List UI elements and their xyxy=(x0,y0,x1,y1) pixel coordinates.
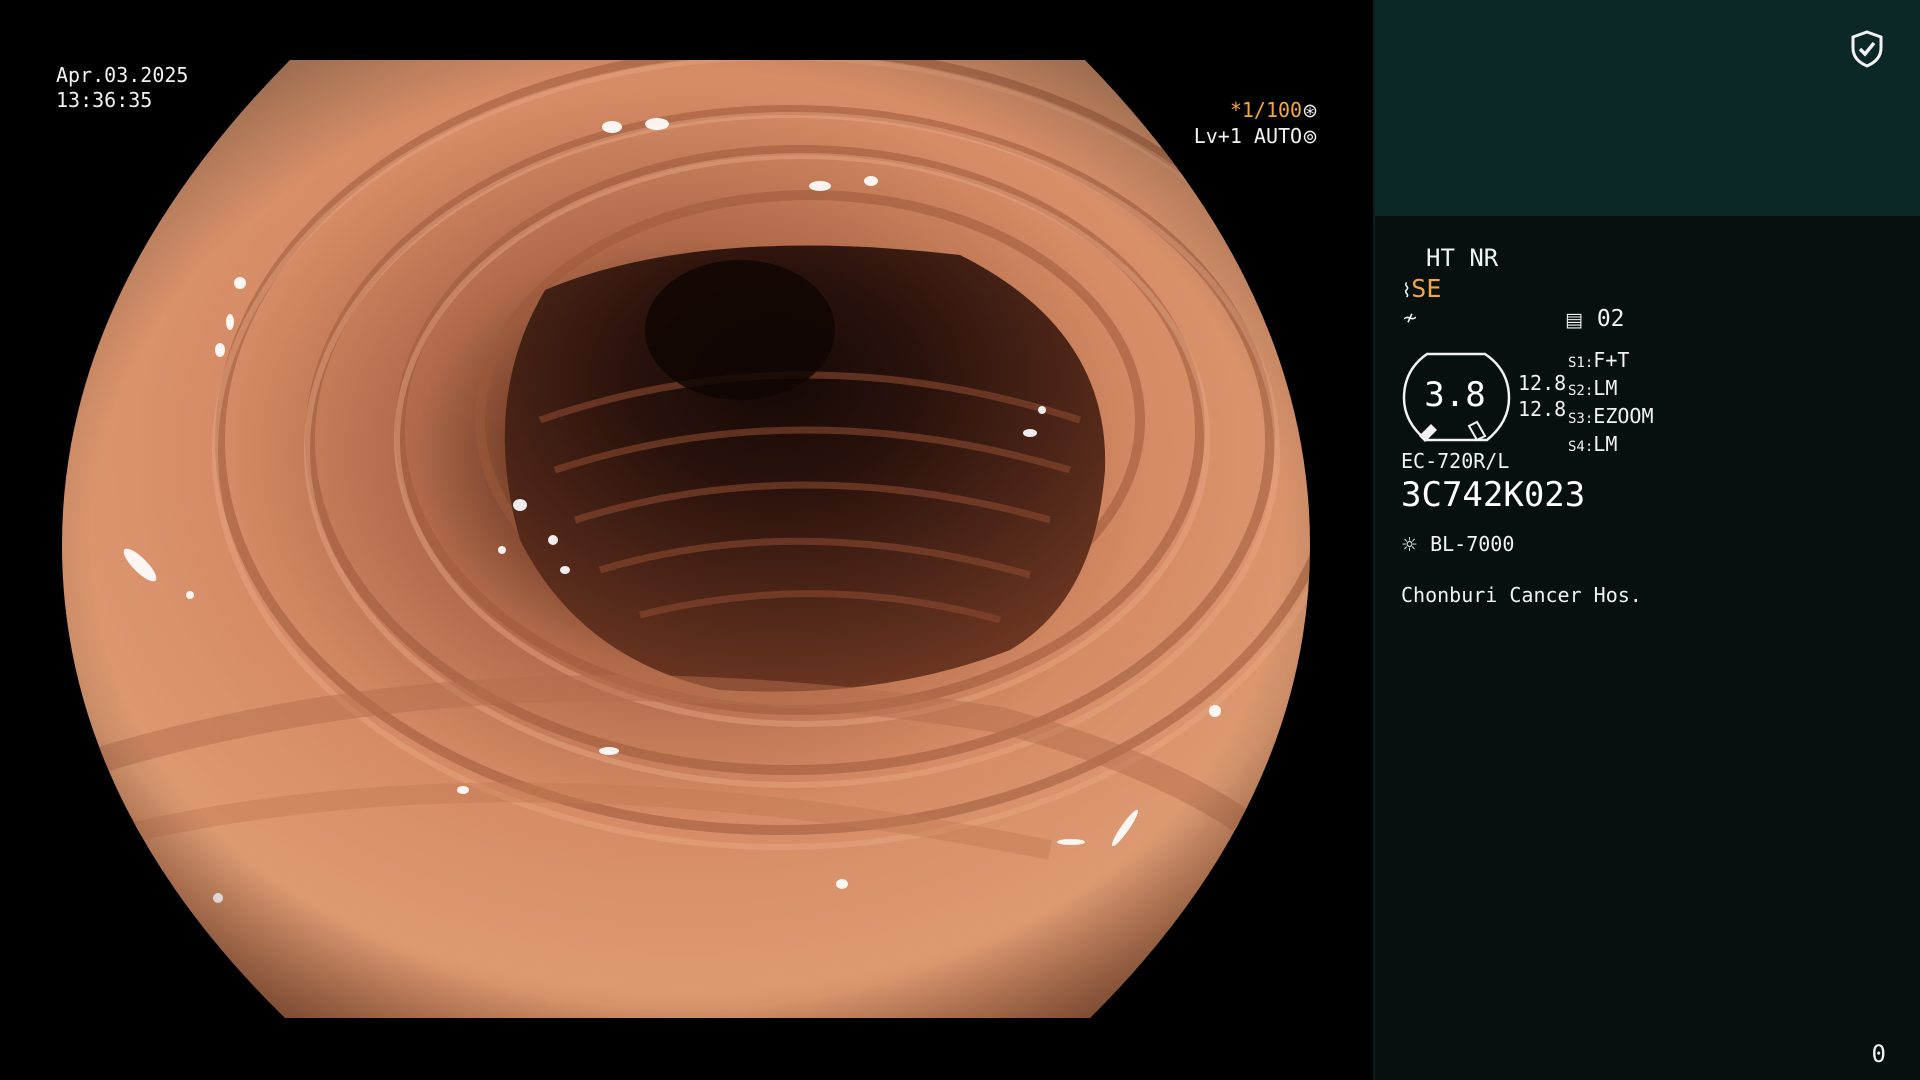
exposure-settings: *1/100⊛ Lv+1 AUTO⊚ xyxy=(1194,98,1318,150)
light-source-row: ☼ BL-7000 xyxy=(1401,530,1514,559)
iris-icon: ⊚ xyxy=(1302,126,1318,148)
time-text: 13:36:35 xyxy=(56,88,153,112)
switch-value: LM xyxy=(1593,376,1618,400)
light-source: BL-7000 xyxy=(1430,532,1515,556)
mode-row: ▤ 02 xyxy=(1565,305,1625,334)
shutter-speed: *1/100 xyxy=(1229,98,1303,122)
image-counter: 0 xyxy=(1871,1040,1886,1068)
panel-header xyxy=(1375,0,1920,216)
switch-key: S4: xyxy=(1568,439,1594,455)
filter-row: ≁ xyxy=(1402,303,1418,332)
aperture-icon: ⊛ xyxy=(1302,100,1318,122)
switch-value: LM xyxy=(1593,432,1618,456)
switch-key: S2: xyxy=(1568,383,1594,399)
size-value: 12.8 xyxy=(1518,371,1567,395)
scope-model: EC-720R/L xyxy=(1401,449,1510,473)
date-text: Apr.03.2025 xyxy=(56,63,189,87)
switch-value: EZOOM xyxy=(1593,404,1654,428)
structure-mode: HT NR xyxy=(1426,244,1499,272)
switch-key: S3: xyxy=(1568,411,1594,427)
wave-icon: ⌇ xyxy=(1402,280,1412,302)
hospital-name: Chonburi Cancer Hos. xyxy=(1401,583,1642,607)
switch-value: F+T xyxy=(1593,348,1630,372)
size-values: 12.8 12.8 xyxy=(1518,370,1566,422)
timestamp: Apr.03.2025 13:36:35 xyxy=(56,63,188,113)
serial-number: 3C742K023 xyxy=(1401,475,1586,515)
switch-key: S1: xyxy=(1568,355,1594,371)
endoscope-view: Apr.03.2025 13:36:35 *1/100⊛ Lv+1 AUTO⊚ xyxy=(0,0,1373,1080)
exposure-level: Lv+1 AUTO xyxy=(1193,124,1303,148)
switch-assignments: S1:F+T S2:LM S3:EZOOM S4:LM xyxy=(1568,348,1654,460)
mode-number: 02 xyxy=(1596,306,1625,332)
slash-curve-icon: ≁ xyxy=(1402,307,1418,329)
sun-icon: ☼ xyxy=(1401,534,1419,556)
enhancement-label: SE xyxy=(1411,274,1442,303)
size-value: 12.8 xyxy=(1518,397,1567,421)
enhancement-row: ⌇SE xyxy=(1402,275,1441,305)
list-box-icon: ▤ xyxy=(1565,309,1583,331)
endoscope-image xyxy=(62,60,1310,1018)
info-panel: HT NR ⌇SE ≁ ▤ 02 3.8 12.8 12.8 S1:F+T S2… xyxy=(1373,0,1920,1080)
zoom-value: 3.8 xyxy=(1424,375,1486,415)
shield-check-icon xyxy=(1851,30,1883,68)
